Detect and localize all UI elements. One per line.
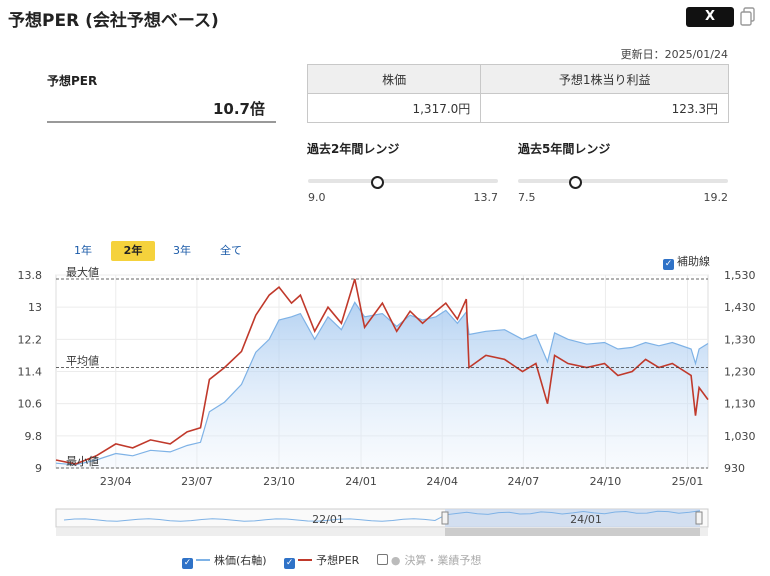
share-x-button[interactable]: X	[686, 7, 734, 27]
legend-per-checkbox-icon[interactable]: ✓	[284, 558, 296, 569]
per-value: 10.7倍	[212, 100, 265, 118]
legend-forecast-checkbox-icon[interactable]	[376, 554, 388, 565]
table-header-price: 株価	[306, 64, 482, 94]
range-5y-min: 7.5	[518, 191, 536, 204]
range-2y-track	[308, 179, 498, 183]
navigator-tick-label: 22/01	[312, 513, 344, 526]
tab-1y[interactable]: 1年	[66, 241, 100, 261]
reference-line-label: 最小値	[66, 455, 99, 468]
range-5y-max: 19.2	[703, 191, 729, 204]
left-tick-label: 13.8	[18, 269, 43, 282]
left-tick-label: 10.6	[18, 398, 43, 411]
right-tick-label: 930	[724, 462, 745, 475]
reference-line-label: 最大値	[66, 265, 99, 279]
updated-date: 更新日：2025/01/24	[620, 48, 728, 61]
x-tick-label: 24/01	[345, 475, 377, 488]
legend-price-swatch	[196, 559, 210, 561]
legend-per-label: 予想PER	[316, 554, 360, 567]
x-tick-label: 23/10	[263, 475, 295, 488]
navigator-handle	[695, 511, 703, 525]
x-tick-label: 24/07	[508, 475, 540, 488]
reference-line-label: 平均値	[66, 354, 99, 367]
price-eps-table: 株価 予想1株当り利益 1,317.0円 123.3円	[306, 64, 729, 123]
right-tick-label: 1,530	[724, 269, 756, 282]
right-tick-label: 1,330	[724, 333, 756, 346]
navigator-handle	[441, 511, 449, 525]
tab-3y[interactable]: 3年	[164, 241, 200, 261]
range-2y-min: 9.0	[308, 191, 326, 204]
per-label: 予想PER	[47, 74, 98, 88]
navigator-tick-label: 24/01	[570, 513, 602, 526]
left-tick-label: 11.4	[18, 366, 43, 379]
x-tick-label: 23/04	[100, 475, 132, 488]
range-5y-track	[518, 179, 728, 183]
legend-forecast-dot-icon: ●	[390, 554, 401, 567]
copy-icon[interactable]	[740, 7, 756, 27]
legend-per-swatch	[298, 559, 313, 561]
per-price-chart: 13.8 13 12.2 11.4 10.6 9.8 9 1,530 1,430 1,330 1,2…	[18, 265, 756, 536]
legend-forecast-label: 決算・業績予想	[404, 554, 482, 567]
x-tick-label: 24/10	[590, 475, 622, 488]
tab-2y[interactable]: 2年	[111, 241, 155, 261]
table-cell-price: 1,317.0円	[306, 93, 482, 123]
right-tick-label: 1,430	[724, 301, 756, 314]
page-title: 予想PER (会社予想ベース)	[8, 11, 219, 31]
x-tick-label: 24/04	[426, 475, 458, 488]
range-2y-title: 過去2年間レンジ	[307, 142, 400, 156]
table-header-eps: 予想1株当り利益	[480, 64, 729, 94]
table-cell-eps: 123.3円	[480, 93, 729, 123]
legend-item-price[interactable]: ✓ 株価(右軸)	[182, 554, 267, 569]
range-5y-marker	[569, 176, 583, 189]
range-2y-max: 13.7	[473, 191, 499, 204]
left-tick-label: 9.8	[25, 430, 43, 443]
legend-price-checkbox-icon[interactable]: ✓	[182, 558, 193, 569]
legend-item-per[interactable]: ✓ 予想PER	[284, 554, 360, 569]
range-2y-marker	[370, 176, 384, 189]
left-tick-label: 9	[35, 462, 42, 475]
per-underline	[47, 121, 276, 123]
left-tick-label: 12.2	[18, 333, 43, 346]
right-tick-label: 1,130	[724, 398, 756, 411]
right-tick-label: 1,230	[724, 366, 756, 379]
legend-price-label: 株価(右軸)	[214, 554, 267, 567]
legend: ✓ 株価(右軸) ✓ 予想PER ● 決算・業績予想	[182, 552, 495, 569]
x-tick-label: 23/07	[181, 475, 213, 488]
legend-item-forecast[interactable]: ● 決算・業績予想	[376, 554, 482, 567]
right-tick-label: 1,030	[724, 430, 756, 443]
left-tick-label: 13	[28, 301, 42, 314]
range-5y-title: 過去5年間レンジ	[518, 142, 611, 156]
navigator-scroll-thumb	[445, 528, 700, 536]
x-tick-label: 25/01	[672, 475, 704, 488]
tab-all[interactable]: 全て	[212, 241, 250, 261]
